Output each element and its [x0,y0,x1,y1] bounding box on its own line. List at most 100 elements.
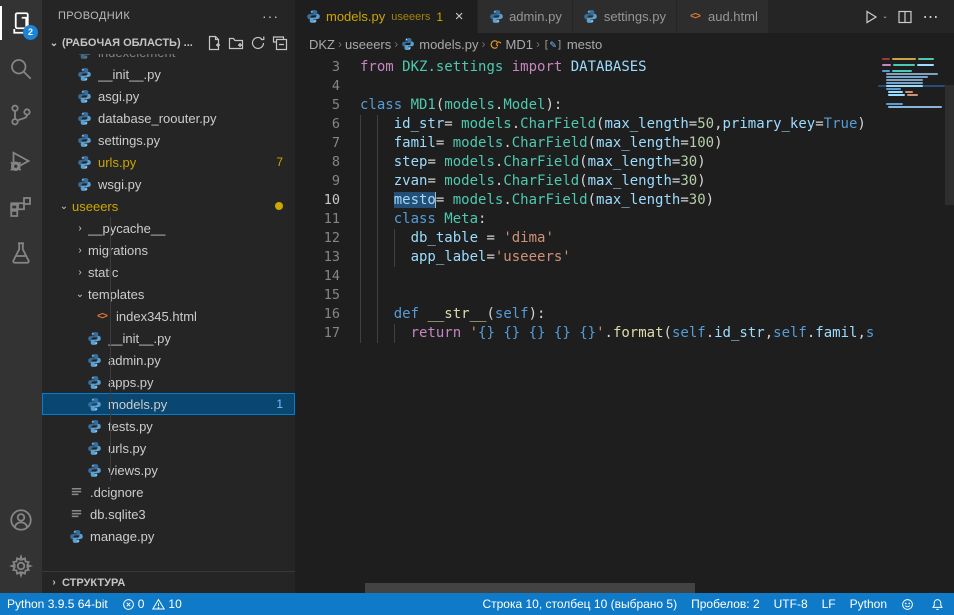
python-icon [76,132,92,148]
tree-item-asgi.py[interactable]: asgi.py [42,85,295,107]
more-actions-button[interactable]: ⋯ [918,4,944,30]
status-problems[interactable]: 010 [115,593,189,615]
tree-item-settings.py[interactable]: settings.py [42,129,295,151]
activitybar-item-search[interactable] [0,46,42,92]
tree-item-database_roouter.py[interactable]: database_roouter.py [42,107,295,129]
python-icon [76,176,92,192]
line-number: 8 [295,153,340,172]
minimap[interactable] [878,55,945,195]
tab-aud.html[interactable]: <>aud.html [677,0,769,33]
horizontal-scrollbar[interactable] [365,583,695,593]
breadcrumb-item-models.py[interactable]: models.py [401,37,478,52]
vertical-scrollbar[interactable] [945,85,954,205]
line-number: 4 [295,77,340,96]
refresh-button[interactable] [247,33,269,53]
close-icon[interactable]: × [451,8,467,25]
refresh-icon [250,35,266,51]
tree-item-label: __init__.py [108,331,295,346]
sidebar-title: ПРОВОДНИК [58,10,130,22]
tree-item-__init__.py[interactable]: __init__.py [42,327,295,349]
breadcrumb-item-useeers[interactable]: useeers [345,37,391,52]
run-dropdown-button[interactable]: ⌄ [878,4,892,30]
chevron-right-icon: › [72,267,88,278]
tree-item-db.sqlite3[interactable]: db.sqlite3 [42,503,295,525]
code-line-9: 9 zvan= models.CharField(max_length=30) [295,172,878,191]
status-python-interpreter[interactable]: Python 3.9.5 64-bit [0,593,115,615]
tree-item-indexelement[interactable]: indexelement [42,54,295,63]
status-bar: Python 3.9.5 64-bit 010 Строка 10, столбе… [0,593,954,615]
status-label: Python 3.9.5 64-bit [7,597,108,611]
new-folder-button[interactable] [225,33,247,53]
tree-item-index345.html[interactable]: <>index345.html [42,305,295,327]
line-number: 5 [295,96,340,115]
collapse-all-button[interactable] [269,33,291,53]
split-editor-button[interactable] [892,4,918,30]
status-encoding[interactable]: UTF-8 [767,593,815,615]
status-notifications[interactable] [924,593,954,615]
new-file-button[interactable] [203,33,225,53]
python-icon [76,110,92,126]
tab-admin.py[interactable]: admin.py [478,0,573,33]
minimap-line [892,70,912,72]
activitybar-item-explorer[interactable]: 2 [0,0,42,46]
activitybar-item-testing[interactable] [0,230,42,276]
tree-item-urls.py[interactable]: urls.py [42,437,295,459]
line-number: 13 [295,248,340,267]
indent-guide [360,286,361,305]
tree-item-migrations[interactable]: ›migrations [42,239,295,261]
search-icon [9,57,33,81]
status-language-mode[interactable]: Python [843,593,894,615]
line-number: 6 [295,115,340,134]
workspace-section-header[interactable]: ⌄ (РАБОЧАЯ ОБЛАСТЬ) ... [42,32,295,54]
tab-settings.py[interactable]: settings.py [573,0,677,33]
breadcrumb-item-dkz[interactable]: DKZ [309,37,335,52]
tree-item-urls.py[interactable]: urls.py7 [42,151,295,173]
minimap-line [882,64,891,66]
tree-item-useeers[interactable]: ⌄useeers [42,195,295,217]
outline-section-header[interactable]: › СТРУКТУРА [42,571,295,593]
indent-guide [360,229,361,248]
tree-item-admin.py[interactable]: admin.py [42,349,295,371]
indent-guide [377,191,378,210]
line-number: 15 [295,286,340,305]
chevron-right-icon: › [46,577,62,588]
new-folder-icon [228,35,244,51]
breadcrumb-item-md1[interactable]: MD1 [489,37,533,52]
status-eol[interactable]: LF [815,593,843,615]
tree-item-apps.py[interactable]: apps.py [42,371,295,393]
activitybar-item-extensions[interactable] [0,184,42,230]
tree-item-static[interactable]: ›static [42,261,295,283]
bell-icon [931,598,947,611]
tree-item-label: admin.py [108,353,295,368]
tree-item-models.py[interactable]: models.py1 [42,393,295,415]
indent-guide [360,267,361,286]
indent-guide [360,248,361,267]
activitybar-item-source-control[interactable] [0,92,42,138]
sidebar-more-actions[interactable]: ··· [262,8,279,24]
activitybar-item-run-debug[interactable] [0,138,42,184]
indent-guide [377,229,378,248]
indent-guide [377,286,378,305]
tree-item-tests.py[interactable]: tests.py [42,415,295,437]
status-feedback[interactable] [894,593,924,615]
tree-item-manage.py[interactable]: manage.py [42,525,295,547]
breadcrumb-item-mesto[interactable]: [✎]mesto [543,37,602,52]
split-icon [897,9,913,25]
tab-models.py[interactable]: models.pyuseeers1× [295,0,478,33]
code-editor[interactable]: 3from DKZ.settings import DATABASES45cla… [295,55,954,593]
tree-item-__pycache__[interactable]: ›__pycache__ [42,217,295,239]
tree-item-views.py[interactable]: views.py [42,459,295,481]
tree-item-.dcignore[interactable]: .dcignore [42,481,295,503]
line-number: 12 [295,229,340,248]
indent-guide [360,210,361,229]
tree-item-templates[interactable]: ⌄templates [42,283,295,305]
tab-problem-badge: 1 [436,10,443,24]
tree-item-wsgi.py[interactable]: wsgi.py [42,173,295,195]
status-cursor-position[interactable]: Строка 10, столбец 10 (выбрано 5) [475,593,684,615]
status-indentation[interactable]: Пробелов: 2 [684,593,767,615]
indent-guide [360,172,361,191]
activitybar-item-account[interactable] [0,497,42,543]
tree-item-__init__.py[interactable]: __init__.py [42,63,295,85]
activitybar-item-settings[interactable] [0,543,42,589]
indent-guide [377,305,378,324]
